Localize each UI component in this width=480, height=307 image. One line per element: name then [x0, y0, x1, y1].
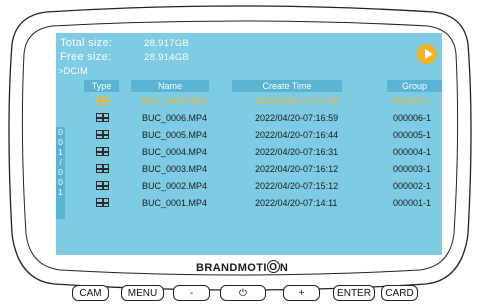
file-create-time: 2022/04/20-07:16:44	[255, 130, 339, 140]
page-indicator-char: 0	[58, 127, 63, 137]
camera-screen: Total size: 28.917GB Free size: 28.914GB >…	[56, 33, 442, 255]
file-group: 000001-1	[393, 198, 432, 208]
file-group: 000004-1	[393, 147, 432, 157]
brand-logo: BRANDMOTI O N	[196, 260, 289, 274]
file-name: BUC_0002.MP4	[142, 181, 208, 191]
video-file-icon	[96, 181, 109, 190]
free-size-line: Free size: 28.914GB	[60, 51, 189, 63]
brand-text-suffix: N	[279, 262, 289, 274]
file-create-time: 2022/04/20-07:16:31	[255, 147, 339, 157]
page-indicator-char: 1	[58, 187, 63, 197]
total-size-label: Total size:	[60, 37, 113, 49]
file-name: BUC_0003.MP4	[142, 164, 208, 174]
video-file-icon	[96, 147, 109, 156]
file-create-time: 2022/04/20-07:16:59	[255, 113, 339, 123]
file-name: BUC_0004.MP4	[142, 147, 208, 157]
plus-button[interactable]: +	[283, 285, 320, 301]
table-row[interactable]: BUC_0001.MP4 2022/04/20-07:14:11 000001-1	[56, 195, 442, 212]
video-file-icon	[96, 198, 109, 207]
table-row[interactable]: BUC_0004.MP4 2022/04/20-07:16:31 000004-1	[56, 144, 442, 161]
file-create-time: 2022/04/20-07:14:11	[255, 198, 338, 208]
page-indicator-char: 0	[58, 137, 63, 147]
video-file-icon	[96, 96, 109, 105]
page-indicator-char: /	[59, 157, 62, 167]
file-group: 000007-1	[393, 96, 432, 106]
free-size-label: Free size:	[60, 51, 112, 63]
file-create-time: 2022/04/20-07:15:12	[255, 181, 339, 191]
brand-logo-circle: O	[266, 260, 280, 274]
brand-text-prefix: BRANDMOTI	[196, 262, 267, 274]
video-file-icon	[96, 130, 109, 139]
column-header-name: Name	[131, 80, 209, 92]
power-icon: ⏻	[239, 288, 247, 299]
cam-button[interactable]: CAM	[72, 285, 109, 301]
page-indicator-char: 0	[58, 177, 63, 187]
file-create-time: 2022/04/20-07:17:08	[255, 96, 339, 106]
file-name: BUC_0006.MP4	[142, 113, 208, 123]
file-name: BUC_0001.MP4	[142, 198, 208, 208]
page-indicator: 0 0 1/0 0 1	[56, 127, 65, 219]
enter-button[interactable]: ENTER	[333, 285, 375, 301]
file-name: BUC_0007.MP4	[142, 96, 208, 106]
play-icon[interactable]	[417, 44, 437, 64]
page-indicator-char: 0	[58, 167, 63, 177]
table-row[interactable]: BUC_0005.MP4 2022/04/20-07:16:44 000005-1	[56, 127, 442, 144]
page-indicator-char: 1	[58, 147, 63, 157]
free-size-value: 28.914GB	[144, 52, 190, 63]
power-button[interactable]: ⏻	[220, 285, 266, 301]
folder-path: >DCIM	[58, 66, 88, 77]
table-row[interactable]: BUC_0003.MP4 2022/04/20-07:16:12 000003-1	[56, 161, 442, 178]
total-size-line: Total size: 28.917GB	[60, 37, 189, 49]
column-header-type: Type	[84, 80, 119, 92]
file-group: 000003-1	[393, 164, 432, 174]
file-group: 000002-1	[393, 181, 432, 191]
video-file-icon	[96, 164, 109, 173]
table-row[interactable]: BUC_0007.MP4 2022/04/20-07:17:08 000007-1	[56, 93, 442, 110]
table-row[interactable]: BUC_0006.MP4 2022/04/20-07:16:59 000006-1	[56, 110, 442, 127]
total-size-value: 28.917GB	[144, 38, 190, 49]
video-file-icon	[96, 113, 109, 122]
file-group: 000005-1	[393, 130, 432, 140]
menu-button[interactable]: MENU	[121, 285, 164, 301]
table-row[interactable]: BUC_0002.MP4 2022/04/20-07:15:12 000002-1	[56, 178, 442, 195]
column-header-create-time: Create Time	[232, 80, 342, 92]
file-name: BUC_0005.MP4	[142, 130, 208, 140]
column-header-group: Group	[387, 80, 442, 92]
file-group: 000006-1	[393, 113, 432, 123]
minus-button[interactable]: -	[173, 285, 210, 301]
card-button[interactable]: CARD	[381, 285, 418, 301]
file-create-time: 2022/04/20-07:16:12	[255, 164, 339, 174]
